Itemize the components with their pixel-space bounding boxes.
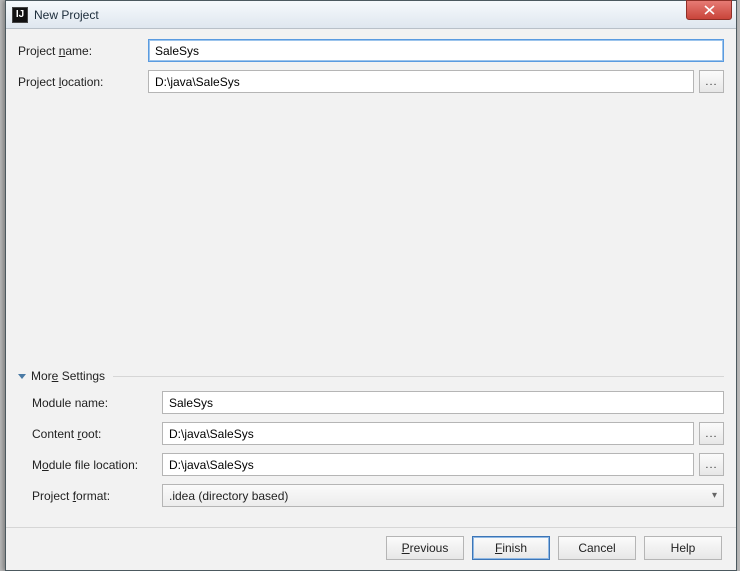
module-file-location-label: Module file location:: [32, 458, 162, 472]
label-text: Settings: [58, 369, 105, 383]
button-label: Previous: [402, 541, 449, 555]
browse-content-root-button[interactable]: ...: [699, 422, 724, 445]
project-name-input[interactable]: [148, 39, 724, 62]
button-label: Help: [671, 541, 696, 555]
project-location-input[interactable]: [148, 70, 694, 93]
footer-buttons: Previous Finish Cancel Help: [18, 536, 724, 562]
label-text: ame:: [65, 44, 92, 58]
close-icon: [704, 5, 715, 15]
titlebar: IJ New Project: [6, 1, 736, 29]
more-settings-block: Module name: Content root: ... Module fi…: [18, 391, 724, 515]
chevron-down-icon: ▾: [712, 490, 717, 501]
browse-location-button[interactable]: ...: [699, 70, 724, 93]
button-label: Cancel: [578, 541, 615, 555]
app-icon: IJ: [12, 7, 28, 23]
cancel-button[interactable]: Cancel: [558, 536, 636, 560]
content-root-row: Content root: ...: [32, 422, 724, 445]
previous-button[interactable]: Previous: [386, 536, 464, 560]
browse-module-file-button[interactable]: ...: [699, 453, 724, 476]
project-format-label: Project format:: [32, 489, 162, 503]
label-text: Mor: [31, 369, 52, 383]
label-text: Project: [32, 489, 73, 503]
more-settings-label: More Settings: [31, 369, 105, 383]
label-text: oot:: [81, 427, 101, 441]
module-file-location-row: Module file location: ...: [32, 453, 724, 476]
button-label: Finish: [495, 541, 527, 555]
label-text: M: [32, 458, 42, 472]
more-settings-toggle[interactable]: More Settings: [18, 369, 724, 383]
module-name-row: Module name:: [32, 391, 724, 414]
label-text: ocation:: [61, 75, 103, 89]
project-name-row: Project name:: [18, 39, 724, 62]
dialog-body: Project name: Project location: ... More…: [6, 29, 736, 570]
footer-separator: [6, 527, 736, 528]
label-text: Project: [18, 44, 59, 58]
module-file-location-input[interactable]: [162, 453, 694, 476]
project-format-select[interactable]: .idea (directory based) ▾: [162, 484, 724, 507]
label-mnemonic: o: [42, 458, 49, 472]
project-format-row: Project format: .idea (directory based) …: [32, 484, 724, 507]
module-name-label: Module name:: [32, 396, 162, 410]
help-button[interactable]: Help: [644, 536, 722, 560]
project-location-row: Project location: ...: [18, 70, 724, 93]
separator-line: [113, 376, 724, 377]
label-text: Project: [18, 75, 59, 89]
project-format-value: .idea (directory based): [169, 489, 288, 503]
spacer: [18, 101, 724, 363]
content-root-input[interactable]: [162, 422, 694, 445]
close-button[interactable]: [686, 0, 732, 20]
content-root-label: Content root:: [32, 427, 162, 441]
dialog-window: IJ New Project Project name: Project loc…: [5, 0, 737, 571]
label-text: dule file location:: [49, 458, 138, 472]
chevron-down-icon: [18, 374, 26, 379]
project-name-label: Project name:: [18, 44, 148, 58]
project-location-label: Project location:: [18, 75, 148, 89]
label-text: Content: [32, 427, 77, 441]
window-title: New Project: [34, 8, 99, 22]
module-name-input[interactable]: [162, 391, 724, 414]
label-text: ormat:: [76, 489, 110, 503]
finish-button[interactable]: Finish: [472, 536, 550, 560]
